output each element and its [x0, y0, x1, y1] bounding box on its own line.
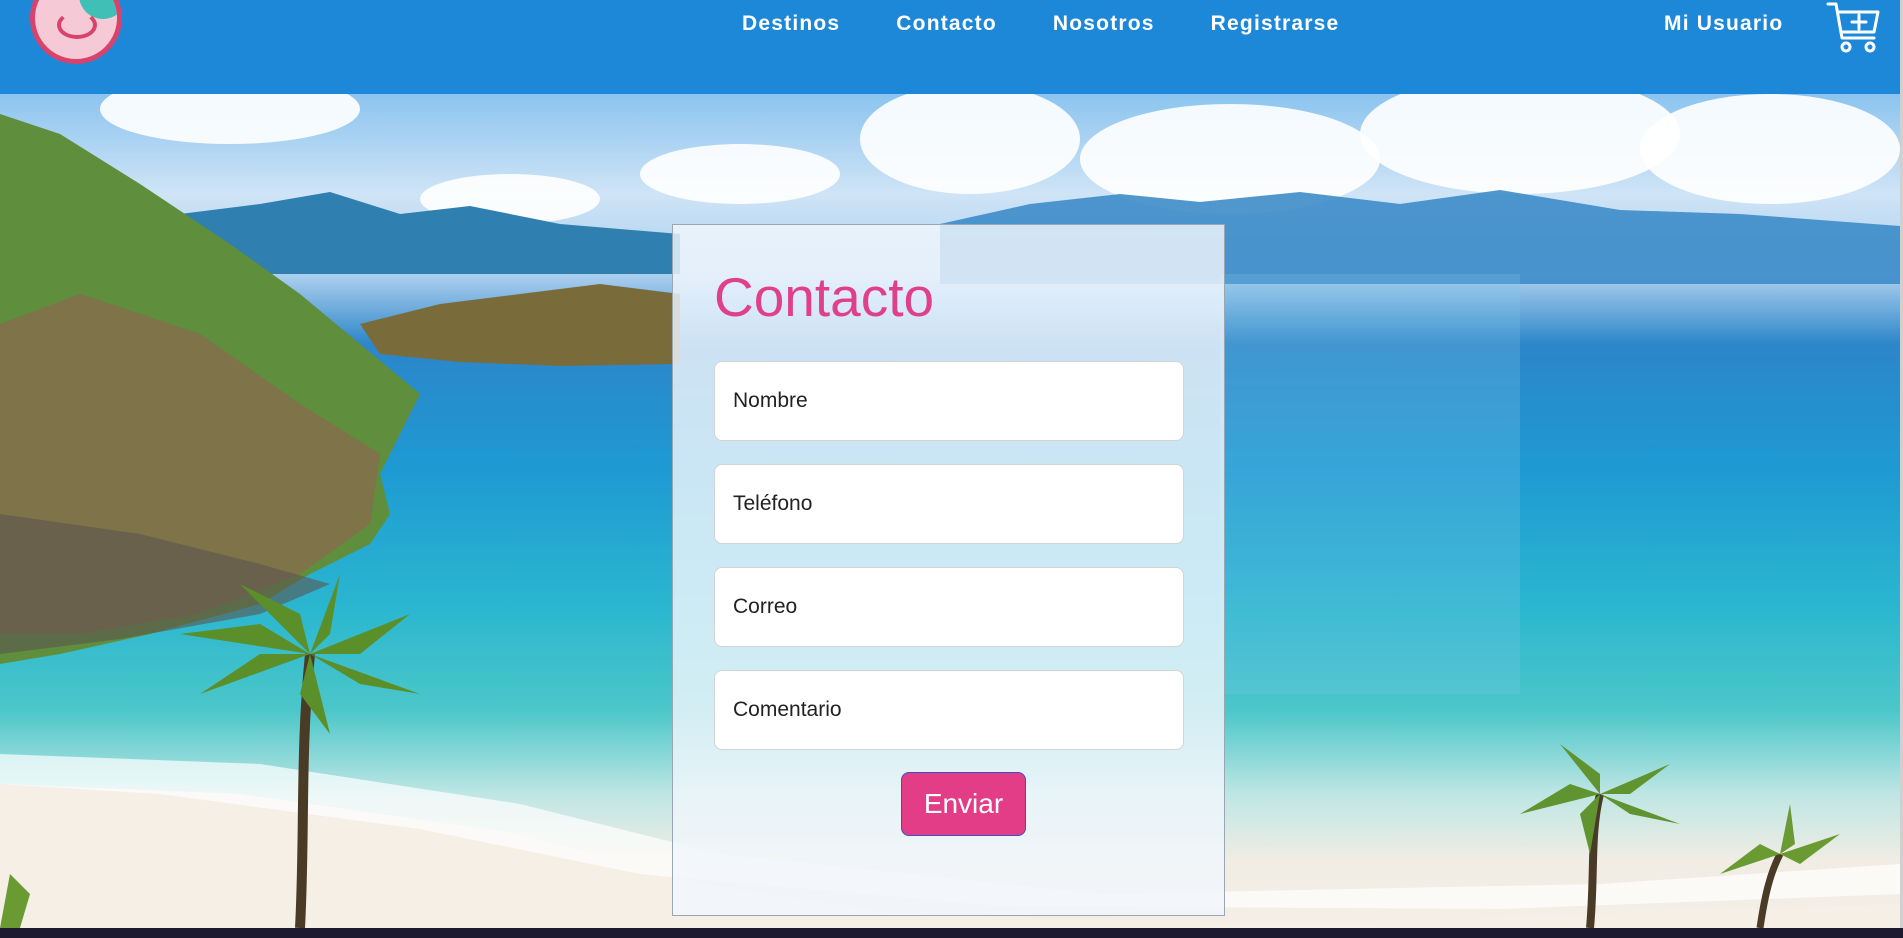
- submit-button[interactable]: Enviar: [901, 772, 1026, 836]
- email-input[interactable]: [714, 567, 1184, 647]
- comment-input[interactable]: [714, 670, 1184, 750]
- logo-face: [57, 11, 97, 39]
- bottom-strip: [0, 928, 1903, 938]
- cart-plus-icon[interactable]: [1826, 0, 1882, 54]
- nav-link-nosotros[interactable]: Nosotros: [1053, 12, 1155, 36]
- nav-link-destinos[interactable]: Destinos: [742, 12, 840, 36]
- contact-title: Contacto: [714, 266, 935, 328]
- logo-icon[interactable]: [30, 0, 122, 64]
- nav-link-contacto[interactable]: Contacto: [896, 12, 997, 36]
- nav-link-registrarse[interactable]: Registrarse: [1211, 12, 1340, 36]
- phone-input[interactable]: [714, 464, 1184, 544]
- contact-form-card: Contacto Enviar: [672, 224, 1225, 916]
- navbar: Destinos Contacto Nosotros Registrarse M…: [0, 0, 1900, 94]
- my-user-link[interactable]: Mi Usuario: [1664, 12, 1783, 36]
- main-nav: Destinos Contacto Nosotros Registrarse: [742, 12, 1339, 36]
- name-input[interactable]: [714, 361, 1184, 441]
